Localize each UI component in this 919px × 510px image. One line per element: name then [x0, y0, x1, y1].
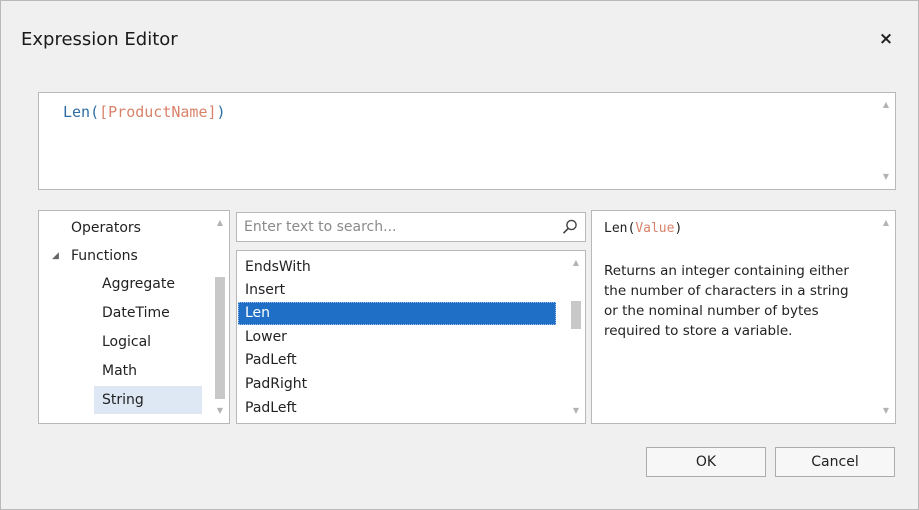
function-list-scrollbar[interactable]: ▲ ▼: [567, 251, 585, 423]
tree-item-logical[interactable]: Logical: [102, 328, 151, 356]
scroll-up-icon[interactable]: ▲: [567, 255, 585, 271]
expression-function-token: Len: [63, 103, 91, 121]
expression-editor-dialog: Expression Editor × Len([ProductName]) ▲…: [0, 0, 919, 510]
signature-param: Value: [635, 221, 675, 236]
tree-item-label: Logical: [102, 334, 152, 350]
expression-editor-textarea[interactable]: Len([ProductName]) ▲ ▼: [38, 92, 896, 190]
category-scrollbar[interactable]: ▲ ▼: [211, 211, 229, 423]
function-search-box: [236, 212, 586, 242]
title-bar: Expression Editor ×: [1, 1, 918, 75]
function-description: Len(Value) Returns an integer containing…: [591, 210, 896, 424]
scroll-down-icon[interactable]: ▼: [567, 403, 585, 419]
scroll-down-icon[interactable]: ▼: [877, 403, 895, 419]
tree-item-label: String: [102, 392, 144, 408]
tree-item-functions[interactable]: ◢ Functions: [39, 242, 203, 270]
scroll-down-icon[interactable]: ▼: [211, 403, 229, 419]
category-tree: Operators ◢ Functions Aggregate DateTime…: [38, 210, 230, 424]
expression-scrollbar[interactable]: ▲ ▼: [877, 93, 895, 189]
signature-name: Len: [604, 221, 628, 236]
scrollbar-thumb[interactable]: [215, 277, 225, 399]
function-list: EndsWith Insert Len Lower PadLeft PadRig…: [236, 250, 586, 424]
tree-item-label: Operators: [71, 220, 141, 236]
scroll-up-icon[interactable]: ▲: [877, 215, 895, 231]
tree-item-label: Functions: [71, 248, 138, 264]
tree-item-label: DateTime: [102, 305, 170, 321]
list-item[interactable]: PadLeft: [238, 349, 556, 372]
tree-item-label: Math: [102, 363, 138, 379]
tree-item-math[interactable]: Math: [102, 357, 137, 385]
tree-item-aggregate[interactable]: Aggregate: [102, 270, 175, 298]
tree-item-label: Aggregate: [102, 276, 175, 292]
cancel-button[interactable]: Cancel: [775, 447, 895, 477]
list-item[interactable]: PadRight: [238, 373, 556, 396]
expression-text[interactable]: Len([ProductName]): [63, 103, 226, 121]
scroll-up-icon[interactable]: ▲: [211, 215, 229, 231]
close-icon[interactable]: ×: [872, 27, 900, 51]
scroll-up-icon[interactable]: ▲: [877, 97, 895, 113]
list-item[interactable]: PadLeft: [238, 397, 556, 420]
list-item[interactable]: Insert: [238, 279, 556, 302]
tree-item-string[interactable]: String: [94, 386, 202, 414]
signature-close-paren: ): [674, 221, 683, 236]
expression-close-paren: ): [216, 103, 226, 121]
tree-item-datetime[interactable]: DateTime: [102, 299, 170, 327]
expression-field-token: [ProductName]: [99, 103, 217, 121]
list-item[interactable]: Lower: [238, 326, 556, 349]
collapse-triangle-icon[interactable]: ◢: [52, 242, 59, 270]
expression-open-paren: (: [90, 103, 100, 121]
description-scrollbar[interactable]: ▲ ▼: [877, 211, 895, 423]
list-item[interactable]: EndsWith: [238, 256, 556, 279]
list-item-selected[interactable]: Len: [238, 302, 556, 325]
ok-button[interactable]: OK: [646, 447, 766, 477]
tree-item-operators[interactable]: Operators: [71, 214, 141, 242]
search-input[interactable]: [237, 213, 555, 241]
dialog-title: Expression Editor: [21, 29, 178, 50]
search-icon[interactable]: [561, 218, 579, 236]
scroll-down-icon[interactable]: ▼: [877, 169, 895, 185]
function-signature: Len(Value): [604, 221, 682, 236]
description-text: Returns an integer containing either the…: [604, 263, 849, 339]
scrollbar-thumb[interactable]: [571, 301, 581, 329]
